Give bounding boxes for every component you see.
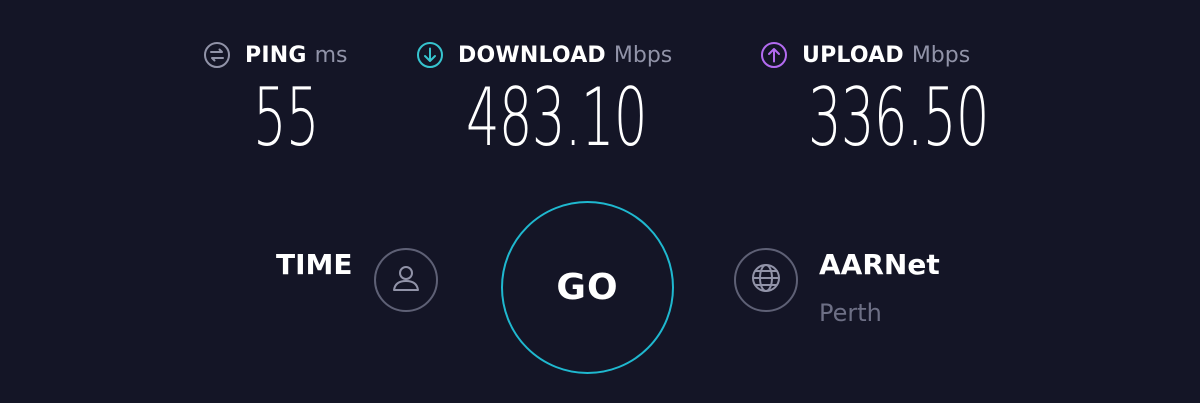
go-button-label: GO — [556, 267, 619, 308]
download-unit: Mbps — [613, 42, 673, 68]
change-server-button[interactable] — [734, 248, 798, 312]
upload-header: UPLOAD Mbps — [760, 38, 970, 72]
download-value: 483.10 — [466, 71, 647, 164]
upload-unit: Mbps — [911, 42, 971, 68]
ping-header: PING ms — [203, 38, 348, 72]
upload-label: UPLOAD — [802, 42, 904, 68]
user-button[interactable] — [374, 248, 438, 312]
server-location[interactable]: Perth — [819, 299, 882, 327]
download-header: DOWNLOAD Mbps — [416, 38, 672, 72]
ping-unit: ms — [314, 42, 348, 68]
isp-name[interactable]: AARNet — [819, 248, 940, 281]
ping-value: 55 — [253, 71, 320, 164]
upload-metric: UPLOAD Mbps 336.50 — [760, 38, 989, 162]
globe-icon — [750, 262, 782, 298]
ping-icon — [203, 41, 231, 69]
ping-label: PING — [245, 42, 307, 68]
upload-value: 336.50 — [808, 71, 989, 164]
upload-arrow-icon — [760, 41, 788, 69]
ping-metric: PING ms 55 — [203, 38, 348, 162]
download-label: DOWNLOAD — [458, 42, 606, 68]
time-label: TIME — [276, 248, 353, 281]
go-button[interactable]: GO — [501, 201, 674, 374]
download-metric: DOWNLOAD Mbps 483.10 — [416, 38, 672, 162]
user-icon — [389, 261, 423, 299]
download-arrow-icon — [416, 41, 444, 69]
